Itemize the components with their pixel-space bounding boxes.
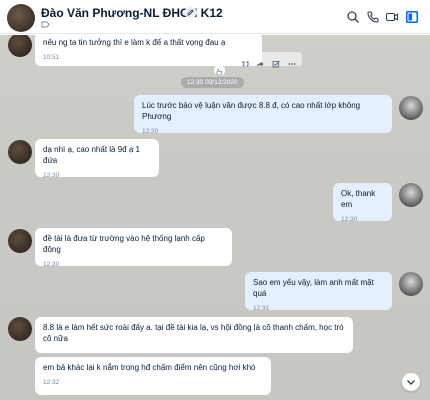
scroll-to-bottom-button[interactable] [402, 373, 420, 391]
message-list[interactable]: nếu ng ta tin tưởng thì e làm k để a thấ… [0, 35, 430, 400]
message-time: 10:51 [43, 54, 60, 61]
add-to-todo-icon[interactable] [272, 55, 280, 68]
message-bubble[interactable]: nếu ng ta tin tưởng thì e làm k để a thấ… [35, 35, 262, 66]
sender-avatar[interactable] [8, 229, 32, 253]
forward-icon[interactable] [256, 55, 264, 67]
message-bubble[interactable]: đề tài là đưa từ trường vào hệ thống lạn… [35, 228, 232, 268]
chat-header: Đào Văn Phương-NL ĐHCN K12 [0, 0, 430, 34]
message-text: đề tài là đưa từ trường vào hệ thống lạn… [43, 234, 205, 254]
contact-avatar[interactable] [7, 4, 35, 32]
message-actions [236, 52, 302, 68]
my-avatar[interactable] [399, 96, 423, 120]
date-divider: 12:30 03/12/2020 [181, 77, 244, 88]
message-time: 12:30 [341, 216, 358, 223]
chevron-down-icon [407, 380, 415, 385]
more-options-icon[interactable] [288, 55, 296, 65]
sender-avatar[interactable] [8, 317, 32, 341]
message-bubble[interactable]: dạ nhì ạ, cao nhất là 9đ ạ 1 đứa 12:30 [35, 139, 159, 179]
my-avatar[interactable] [399, 183, 423, 207]
conversation-info-icon[interactable] [405, 10, 419, 24]
message-bubble[interactable]: 8.8 là e làm hết sức roài đấy a. tại đề … [35, 317, 353, 353]
sender-avatar[interactable] [8, 35, 32, 57]
message-text: nếu ng ta tin tưởng thì e làm k để a thấ… [43, 38, 226, 47]
video-call-icon[interactable] [385, 10, 399, 24]
sender-avatar[interactable] [8, 140, 32, 164]
message-time: 12:30 [142, 128, 159, 135]
search-icon[interactable] [346, 10, 360, 24]
message-text: Ok, thank em [341, 189, 376, 209]
message-bubble[interactable]: Ok, thank em 12:30 [333, 183, 392, 223]
message-text: Lúc trước bảo vệ luận văn được 8.8 đ, có… [142, 101, 361, 121]
message-text: em bả khác lại k nắm trọng hđ chấm điểm … [43, 363, 256, 372]
quote-icon[interactable] [241, 55, 249, 67]
my-avatar[interactable] [399, 272, 423, 296]
phone-call-icon[interactable] [366, 10, 380, 24]
message-time: 12:32 [43, 379, 60, 386]
edit-name-icon[interactable] [184, 6, 197, 19]
message-bubble[interactable]: Lúc trước bảo vệ luận văn được 8.8 đ, có… [134, 95, 392, 135]
message-time: 12:31 [253, 305, 270, 312]
message-text: dạ nhì ạ, cao nhất là 9đ ạ 1 đứa [43, 145, 140, 165]
message-bubble[interactable]: Sao em yếu vậy, làm anh mất mặt quá 12:3… [245, 272, 392, 312]
message-text: Sao em yếu vậy, làm anh mất mặt quá [253, 278, 374, 298]
message-text: 8.8 là e làm hết sức roài đấy a. tại đề … [43, 323, 344, 343]
label-tag-icon[interactable] [41, 21, 50, 28]
message-time: 12:30 [43, 261, 60, 268]
message-time: 12:30 [43, 172, 60, 179]
message-bubble[interactable]: em bả khác lại k nắm trọng hđ chấm điểm … [35, 357, 271, 395]
like-reaction-icon[interactable] [214, 65, 225, 76]
